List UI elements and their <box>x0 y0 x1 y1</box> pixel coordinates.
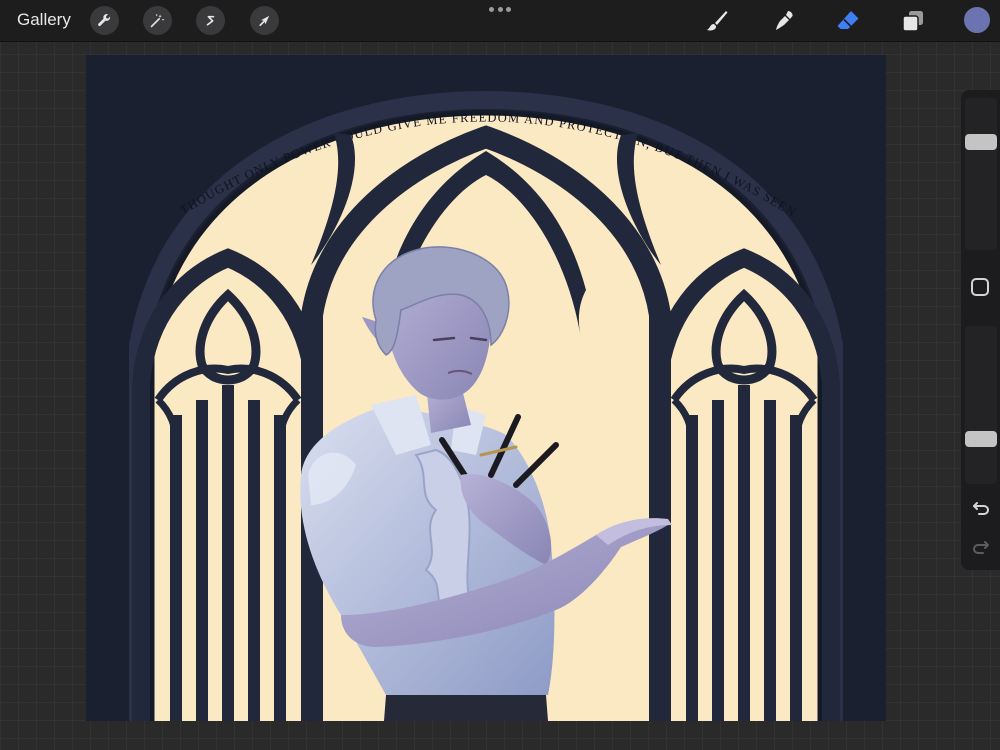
brush-size-slider[interactable] <box>965 98 997 250</box>
dot <box>497 7 503 12</box>
wrench-icon <box>98 14 111 27</box>
brush-tool-button[interactable] <box>702 6 732 36</box>
eraser-icon <box>837 11 859 29</box>
color-picker-button[interactable] <box>964 7 990 33</box>
top-toolbar: Gallery <box>0 0 1000 42</box>
redo-button[interactable] <box>970 535 992 557</box>
brush-icon <box>707 11 728 31</box>
gallery-button[interactable]: Gallery <box>17 10 71 30</box>
dot <box>506 7 511 12</box>
actions-wrench-button[interactable] <box>90 6 119 35</box>
eraser-tool-button[interactable] <box>833 6 863 36</box>
layers-icon <box>902 11 923 32</box>
brush-size-thumb[interactable] <box>965 134 997 150</box>
selection-s-icon <box>206 15 215 26</box>
smudge-icon <box>776 11 793 30</box>
right-sidebar <box>961 90 1000 570</box>
artwork: I THOUGHT ONLY POWER COULD GIVE ME FREED… <box>86 55 886 721</box>
adjustments-button[interactable] <box>143 6 172 35</box>
layers-button[interactable] <box>898 6 928 36</box>
redo-icon <box>973 541 989 554</box>
dot <box>489 7 494 12</box>
selection-button[interactable] <box>196 6 225 35</box>
magic-wand-icon <box>150 14 164 28</box>
more-options-handle[interactable] <box>489 7 511 13</box>
undo-icon <box>973 502 989 515</box>
transform-button[interactable] <box>250 6 279 35</box>
opacity-slider[interactable] <box>965 326 997 484</box>
drawing-canvas[interactable]: I THOUGHT ONLY POWER COULD GIVE ME FREED… <box>86 55 886 721</box>
opacity-thumb[interactable] <box>965 430 997 447</box>
smudge-tool-button[interactable] <box>769 6 799 36</box>
modify-square-icon[interactable] <box>971 278 989 296</box>
arrow-transform-icon <box>259 15 270 27</box>
undo-button[interactable] <box>970 496 992 518</box>
